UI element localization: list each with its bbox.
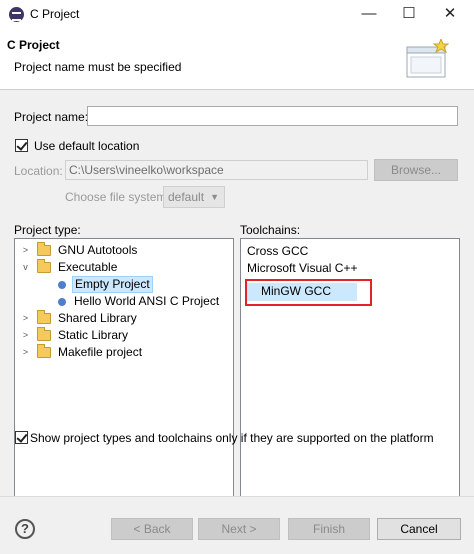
wizard-page: Project name: Use default location Locat… bbox=[0, 90, 474, 510]
title-bar: C Project — ☐ ✕ bbox=[0, 0, 474, 29]
window-title: C Project bbox=[30, 7, 80, 21]
tree-item-executable[interactable]: v Executable bbox=[15, 259, 233, 276]
tree-item-empty-project[interactable]: Empty Project bbox=[15, 276, 233, 293]
next-button[interactable]: Next > bbox=[198, 518, 280, 540]
eclipse-app-icon bbox=[9, 7, 24, 22]
tree-item-label: Static Library bbox=[58, 328, 129, 342]
toolchain-msvc[interactable]: Microsoft Visual C++ bbox=[247, 260, 358, 277]
chevron-down-icon[interactable]: v bbox=[21, 259, 30, 276]
back-button[interactable]: < Back bbox=[111, 518, 193, 540]
wizard-footer: ? < Back Next > Finish Cancel bbox=[0, 496, 474, 554]
show-supported-only-label: Show project types and toolchains only i… bbox=[30, 431, 434, 445]
chevron-right-icon[interactable]: > bbox=[21, 242, 30, 259]
file-system-label: Choose file system: bbox=[65, 190, 170, 204]
location-label: Location: bbox=[14, 164, 63, 178]
tree-item-static-library[interactable]: > Static Library bbox=[15, 327, 233, 344]
folder-icon bbox=[37, 344, 51, 358]
project-template-icon bbox=[58, 298, 66, 306]
folder-icon bbox=[37, 242, 51, 256]
project-type-tree[interactable]: > GNU Autotools v Executable Empty Proje… bbox=[14, 238, 234, 510]
tree-item-shared-library[interactable]: > Shared Library bbox=[15, 310, 233, 327]
toolchain-cross-gcc[interactable]: Cross GCC bbox=[247, 243, 308, 260]
tree-item-gnu-autotools[interactable]: > GNU Autotools bbox=[15, 242, 233, 259]
maximize-button[interactable]: ☐ bbox=[398, 4, 420, 24]
annotation-highlight-box bbox=[245, 279, 372, 306]
close-button[interactable]: ✕ bbox=[439, 4, 461, 24]
chevron-right-icon[interactable]: > bbox=[21, 327, 30, 344]
tree-item-label: Makefile project bbox=[58, 345, 143, 359]
chevron-right-icon[interactable]: > bbox=[21, 310, 30, 327]
browse-button[interactable]: Browse... bbox=[374, 159, 458, 181]
use-default-location-label: Use default location bbox=[34, 139, 140, 153]
show-supported-only-checkbox[interactable] bbox=[15, 431, 28, 444]
tree-item-label: GNU Autotools bbox=[58, 243, 138, 257]
new-project-wizard-icon bbox=[406, 39, 449, 78]
tree-item-hello-world[interactable]: Hello World ANSI C Project bbox=[15, 293, 233, 310]
toolchains-list[interactable]: Cross GCC Microsoft Visual C++ MinGW GCC bbox=[240, 238, 460, 510]
banner-message: Project name must be specified bbox=[14, 60, 182, 74]
help-icon[interactable]: ? bbox=[15, 519, 35, 539]
chevron-down-icon: ▼ bbox=[210, 192, 219, 202]
file-system-select[interactable]: default ▼ bbox=[163, 186, 225, 208]
tree-item-label: Shared Library bbox=[58, 311, 137, 325]
project-name-input[interactable] bbox=[87, 106, 458, 126]
folder-icon bbox=[37, 327, 51, 341]
cancel-button[interactable]: Cancel bbox=[377, 518, 461, 540]
chevron-right-icon[interactable]: > bbox=[21, 344, 30, 361]
folder-icon bbox=[37, 310, 51, 324]
location-input[interactable]: C:\Users\vineelko\workspace bbox=[65, 160, 368, 180]
tree-item-label: Hello World ANSI C Project bbox=[74, 294, 220, 308]
project-type-label: Project type: bbox=[14, 223, 81, 237]
file-system-value: default bbox=[168, 190, 205, 204]
wizard-banner: C Project Project name must be specified bbox=[0, 29, 474, 90]
minimize-button[interactable]: — bbox=[358, 4, 380, 24]
finish-button[interactable]: Finish bbox=[288, 518, 370, 540]
use-default-location-checkbox[interactable] bbox=[15, 139, 28, 152]
tree-item-label: Empty Project bbox=[72, 276, 153, 293]
toolchains-label: Toolchains: bbox=[240, 223, 301, 237]
tree-item-label: Executable bbox=[58, 260, 118, 274]
project-template-icon bbox=[58, 281, 66, 289]
folder-open-icon bbox=[37, 259, 51, 273]
banner-title: C Project bbox=[7, 38, 60, 52]
tree-item-makefile-project[interactable]: > Makefile project bbox=[15, 344, 233, 361]
project-name-label: Project name: bbox=[14, 110, 89, 124]
